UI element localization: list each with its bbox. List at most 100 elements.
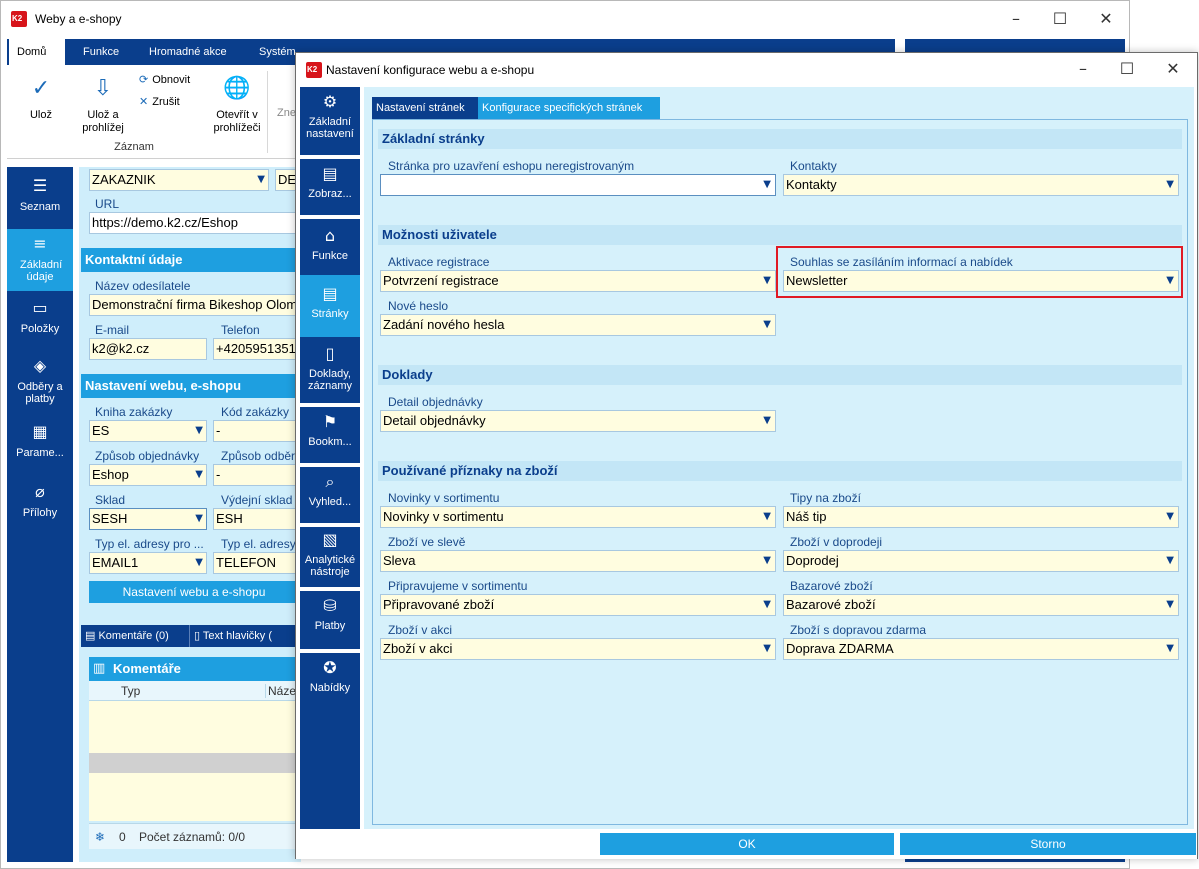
email-field[interactable]: k2@k2.cz: [89, 338, 207, 360]
dialog-footer: OK Storno: [296, 831, 1197, 859]
nav-item-purchases[interactable]: ◈ Odběry a platby: [7, 357, 73, 413]
promo-select[interactable]: Zboží v akci ▼: [380, 638, 776, 660]
activation-select[interactable]: Potvrzení registrace ▼: [380, 270, 776, 292]
tab-header-text-label: Text hlavičky (: [202, 630, 272, 642]
delivery-method-field[interactable]: -: [213, 464, 299, 486]
tips-select[interactable]: Náš tip ▼: [783, 506, 1179, 528]
box-icon: ▭: [32, 298, 48, 317]
save-and-view-button[interactable]: ⇩ Ulož a prohlížej: [73, 75, 133, 135]
dropdown-icon[interactable]: ▼: [1166, 595, 1174, 615]
nav-item-params[interactable]: ▦ Parame...: [7, 423, 73, 471]
minimize-icon[interactable]: –: [993, 4, 1039, 34]
maximize-icon[interactable]: ☐: [1037, 4, 1083, 34]
bazaar-select[interactable]: Bazarové zboží ▼: [783, 594, 1179, 616]
dropdown-icon[interactable]: ▼: [763, 411, 771, 431]
save-label: Ulož: [29, 109, 52, 121]
customer-field[interactable]: ZAKAZNIK ▼: [89, 169, 269, 191]
contacts-select[interactable]: Kontakty ▼: [783, 174, 1179, 196]
order-code-field[interactable]: -: [213, 420, 299, 442]
tab-page-settings[interactable]: Nastavení stránek: [372, 97, 478, 119]
dropdown-icon[interactable]: ▼: [763, 595, 771, 615]
tab-functions[interactable]: Funkce: [75, 39, 127, 65]
dropdown-icon[interactable]: ▼: [1166, 175, 1174, 195]
tab-bulk-actions[interactable]: Hromadné akce: [141, 39, 235, 65]
free-shipping-select[interactable]: Doprava ZDARMA ▼: [783, 638, 1179, 660]
dropdown-icon[interactable]: ▼: [763, 175, 771, 195]
addr-type-field[interactable]: TELEFON: [213, 552, 299, 574]
email-type-field[interactable]: EMAIL1 ▼: [89, 552, 207, 574]
col-type[interactable]: Typ: [121, 684, 140, 698]
issue-warehouse-field[interactable]: ESH: [213, 508, 299, 530]
phone-label: Telefon: [221, 323, 260, 337]
tab-comments[interactable]: ▤ Komentáře (0): [85, 625, 169, 647]
dropdown-icon[interactable]: ▼: [763, 315, 771, 335]
nav-item-analytics[interactable]: ▧ Analytické nástroje: [300, 529, 360, 595]
tab-header-text[interactable]: ▯ Text hlavičky (: [189, 625, 272, 647]
section-product-flags: Používané příznaky na zboží: [378, 461, 1182, 481]
storno-button[interactable]: Storno: [900, 833, 1196, 855]
tab-home[interactable]: Domů: [9, 39, 65, 65]
minimize-icon[interactable]: –: [1060, 54, 1106, 84]
nav-item-offers[interactable]: ✪ Nabídky: [300, 655, 360, 711]
url-field[interactable]: https://demo.k2.cz/Eshop: [89, 212, 299, 234]
dropdown-icon[interactable]: ▼: [1166, 551, 1174, 571]
tab-specific-pages[interactable]: Konfigurace specifických stránek: [478, 97, 660, 119]
free-shipping-label: Zboží s dopravou zdarma: [790, 623, 927, 637]
new-password-select[interactable]: Zadání nového hesla ▼: [380, 314, 776, 336]
new-password-value: Zadání nového hesla: [383, 317, 505, 332]
dropdown-icon[interactable]: ▼: [195, 421, 203, 441]
comments-column-header: Typ Název: [89, 681, 302, 701]
sale-label: Zboží ve slevě: [388, 535, 466, 549]
nav-separator: [300, 523, 360, 527]
warehouse-field[interactable]: SESH ▼: [89, 508, 207, 530]
news-select[interactable]: Novinky v sortimentu ▼: [380, 506, 776, 528]
upcoming-select[interactable]: Připravované zboží ▼: [380, 594, 776, 616]
nav-item-payments[interactable]: ⛁ Platby: [300, 593, 360, 649]
nav-item-bookmarks[interactable]: ⚑ Bookm...: [300, 409, 360, 463]
nav-item-functions[interactable]: ⌂ Funkce: [300, 221, 360, 275]
dropdown-icon[interactable]: ▼: [1166, 507, 1174, 527]
dropdown-icon[interactable]: ▼: [257, 170, 265, 190]
close-icon[interactable]: ✕: [1083, 4, 1129, 34]
order-book-field[interactable]: ES ▼: [89, 420, 207, 442]
maximize-icon[interactable]: ☐: [1104, 54, 1150, 84]
snowflake-icon[interactable]: ❄: [95, 824, 105, 850]
nav-item-documents[interactable]: ▯ Doklady, záznamy: [300, 341, 360, 403]
section-documents: Doklady: [378, 365, 1182, 385]
nav-item-basic-settings[interactable]: ⚙ Základní nastavení: [300, 93, 360, 151]
ok-button[interactable]: OK: [600, 833, 894, 855]
nav-item-display[interactable]: ▤ Zobraz...: [300, 161, 360, 215]
dropdown-icon[interactable]: ▼: [763, 639, 771, 659]
url-label: URL: [95, 197, 120, 211]
nav-item-attachments[interactable]: ⌀ Přílohy: [7, 483, 73, 531]
nav-item-items[interactable]: ▭ Položky: [7, 299, 73, 347]
save-button[interactable]: ✓ Ulož: [21, 75, 61, 122]
dropdown-icon[interactable]: ▼: [195, 465, 203, 485]
dropdown-icon[interactable]: ▼: [763, 507, 771, 527]
nav-item-basic-info[interactable]: ≡ Základní údaje: [7, 229, 73, 291]
bundle-select[interactable]: Doprodej ▼: [783, 550, 1179, 572]
cancel-edit-button[interactable]: ✕ Zrušit: [139, 95, 180, 108]
nav-label: Odběry a platby: [17, 381, 63, 405]
order-method-value: Eshop: [92, 467, 129, 482]
web-settings-button[interactable]: Nastavení webu a e-shopu: [89, 581, 299, 603]
dropdown-icon[interactable]: ▼: [195, 553, 203, 573]
order-detail-select[interactable]: Detail objednávky ▼: [380, 410, 776, 432]
refresh-button[interactable]: ⟳ Obnovit: [139, 73, 190, 86]
close-icon[interactable]: ✕: [1150, 54, 1196, 84]
sender-field[interactable]: Demonstrační firma Bikeshop Olom: [89, 294, 299, 316]
sale-select[interactable]: Sleva ▼: [380, 550, 776, 572]
open-in-browser-button[interactable]: 🌐 Otevřít v prohlížeči: [205, 75, 269, 135]
dropdown-icon[interactable]: ▼: [763, 551, 771, 571]
section-user-options: Možnosti uživatele: [378, 225, 1182, 245]
dropdown-icon[interactable]: ▼: [763, 271, 771, 291]
sender-value: Demonstrační firma Bikeshop Olom: [92, 297, 298, 312]
nav-item-search[interactable]: ⌕ Vyhled...: [300, 469, 360, 523]
nav-item-pages[interactable]: ▤ Stránky: [300, 275, 360, 337]
nav-item-list[interactable]: ☰ Seznam: [7, 177, 73, 229]
dropdown-icon[interactable]: ▼: [1166, 639, 1174, 659]
phone-field[interactable]: +42059513513: [213, 338, 299, 360]
order-method-field[interactable]: Eshop ▼: [89, 464, 207, 486]
closed-shop-select[interactable]: ▼: [380, 174, 776, 196]
dropdown-icon[interactable]: ▼: [195, 509, 203, 529]
